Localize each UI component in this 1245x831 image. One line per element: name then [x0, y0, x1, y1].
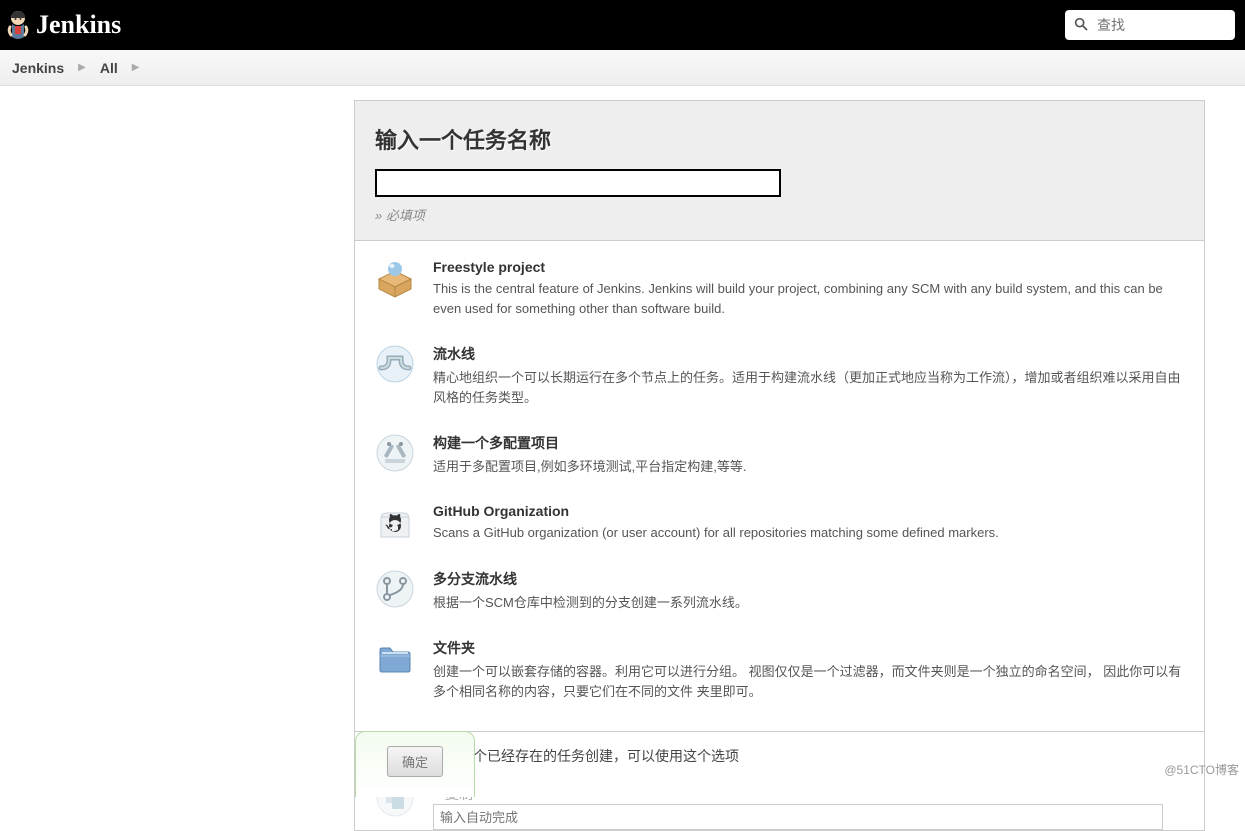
item-title: 构建一个多配置项目	[433, 433, 1184, 453]
logo[interactable]: Jenkins	[6, 9, 121, 41]
item-title: 流水线	[433, 344, 1184, 364]
page-title: 输入一个任务名称	[375, 123, 1184, 155]
folder-icon	[375, 638, 415, 678]
main-content: 输入一个任务名称 必填项 Freestyle project This is t…	[354, 100, 1205, 831]
watermark: @51CTO博客	[1164, 761, 1239, 778]
freestyle-icon	[375, 259, 415, 299]
item-type-list: Freestyle project This is the central fe…	[354, 241, 1205, 732]
copy-from-input[interactable]	[433, 804, 1163, 830]
github-icon	[375, 503, 415, 543]
item-desc: 根据一个SCM仓库中检测到的分支创建一系列流水线。	[433, 593, 1184, 613]
item-name-input[interactable]	[375, 169, 781, 197]
item-type-pipeline[interactable]: 流水线 精心地组织一个可以长期运行在多个节点上的任务。适用于构建流水线（更加正式…	[375, 344, 1184, 407]
multibranch-icon	[375, 569, 415, 609]
item-desc: Scans a GitHub organization (or user acc…	[433, 523, 1184, 543]
ok-button[interactable]: 确定	[387, 746, 443, 777]
name-panel: 输入一个任务名称 必填项	[354, 100, 1205, 241]
ok-tab: 确定	[355, 731, 475, 797]
copy-description: 如果你想根据一个已经存在的任务创建，可以使用这个选项	[375, 746, 1184, 766]
item-desc: 精心地组织一个可以长期运行在多个节点上的任务。适用于构建流水线（更加正式地应当称…	[433, 368, 1184, 407]
item-type-multibranch[interactable]: 多分支流水线 根据一个SCM仓库中检测到的分支创建一系列流水线。	[375, 569, 1184, 613]
chevron-right-icon: ▶	[132, 62, 140, 73]
item-desc: This is the central feature of Jenkins. …	[433, 279, 1184, 318]
multiconfig-icon	[375, 433, 415, 473]
item-desc: 创建一个可以嵌套存储的容器。利用它可以进行分组。 视图仅仅是一个过滤器，而文件夹…	[433, 662, 1184, 701]
breadcrumb-item-all[interactable]: All	[100, 60, 118, 76]
jenkins-logo-icon	[6, 9, 30, 41]
breadcrumb: Jenkins ▶ All ▶	[0, 50, 1245, 86]
breadcrumb-item-jenkins[interactable]: Jenkins	[12, 60, 64, 76]
search-input[interactable]	[1097, 17, 1227, 33]
required-note: 必填项	[375, 205, 1184, 224]
search-box[interactable]	[1065, 10, 1235, 40]
item-type-freestyle[interactable]: Freestyle project This is the central fe…	[375, 259, 1184, 318]
pipeline-icon	[375, 344, 415, 384]
item-type-folder[interactable]: 文件夹 创建一个可以嵌套存储的容器。利用它可以进行分组。 视图仅仅是一个过滤器，…	[375, 638, 1184, 701]
item-type-multiconfig[interactable]: 构建一个多配置项目 适用于多配置项目,例如多环境测试,平台指定构建,等等.	[375, 433, 1184, 477]
item-type-github-org[interactable]: GitHub Organization Scans a GitHub organ…	[375, 503, 1184, 543]
item-title: Freestyle project	[433, 259, 1184, 275]
search-icon	[1073, 16, 1089, 35]
item-desc: 适用于多配置项目,例如多环境测试,平台指定构建,等等.	[433, 457, 1184, 477]
item-title: 文件夹	[433, 638, 1184, 658]
item-title: 多分支流水线	[433, 569, 1184, 589]
top-header: Jenkins	[0, 0, 1245, 50]
item-title: GitHub Organization	[433, 503, 1184, 519]
chevron-right-icon: ▶	[78, 62, 86, 73]
logo-text: Jenkins	[36, 10, 121, 40]
